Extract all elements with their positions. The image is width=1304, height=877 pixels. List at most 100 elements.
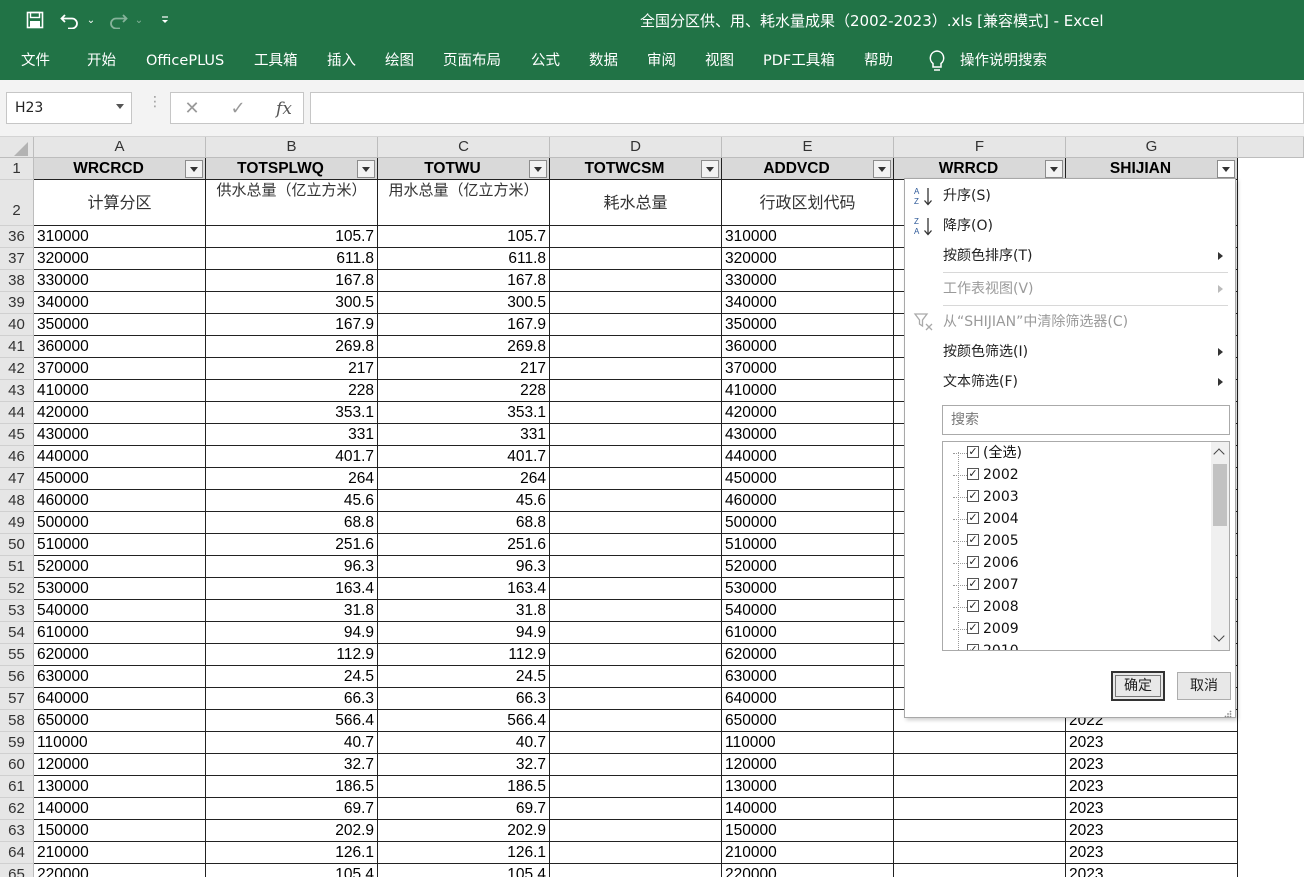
checkbox-checked-icon[interactable]: ✓ — [967, 534, 979, 546]
table-cell[interactable] — [550, 732, 722, 754]
table-cell[interactable]: 2023 — [1066, 754, 1238, 776]
table-cell[interactable]: 217 — [378, 358, 550, 380]
table-cell[interactable]: 105.7 — [378, 226, 550, 248]
name-box[interactable]: H23 — [6, 92, 132, 124]
table-cell[interactable] — [550, 248, 722, 270]
row-header[interactable]: 39 — [0, 292, 34, 314]
table-cell[interactable]: 510000 — [722, 534, 894, 556]
row-header[interactable]: 40 — [0, 314, 34, 336]
row-header[interactable]: 62 — [0, 798, 34, 820]
table-cell[interactable]: 2023 — [1066, 776, 1238, 798]
tell-me-search[interactable]: 操作说明搜索 — [960, 50, 1047, 72]
sort-ascending-item[interactable]: 升序(S) — [943, 184, 991, 208]
filter-dropdown-button[interactable] — [701, 160, 719, 178]
table-cell[interactable]: 331 — [378, 424, 550, 446]
table-cell[interactable]: 611.8 — [206, 248, 378, 270]
table-cell[interactable]: 96.3 — [378, 556, 550, 578]
table-cell[interactable]: 220000 — [722, 864, 894, 877]
description-cell[interactable]: 用水总量（亿立方米） — [378, 180, 550, 226]
table-cell[interactable]: 410000 — [34, 380, 206, 402]
table-cell[interactable]: 370000 — [722, 358, 894, 380]
table-cell[interactable]: 45.6 — [206, 490, 378, 512]
filter-list-scrollbar[interactable] — [1211, 442, 1229, 650]
table-cell[interactable]: 2023 — [1066, 864, 1238, 877]
table-cell[interactable]: 264 — [378, 468, 550, 490]
table-cell[interactable]: 450000 — [34, 468, 206, 490]
table-cell[interactable] — [550, 622, 722, 644]
table-cell[interactable]: 2023 — [1066, 820, 1238, 842]
table-cell[interactable] — [550, 292, 722, 314]
table-cell[interactable]: 401.7 — [378, 446, 550, 468]
table-cell[interactable]: 331 — [206, 424, 378, 446]
table-cell[interactable]: 410000 — [722, 380, 894, 402]
resize-grip-icon[interactable] — [1224, 706, 1232, 718]
table-cell[interactable] — [550, 446, 722, 468]
table-cell[interactable]: 140000 — [722, 798, 894, 820]
filter-value-list[interactable]: ✓ (全选) ✓ 2002 ✓ 2003 ✓ 2004 ✓ 2005 ✓ 2006 ✓ 2007 ✓ 2008… — [942, 441, 1230, 651]
table-cell[interactable]: 186.5 — [206, 776, 378, 798]
table-cell[interactable]: 440000 — [34, 446, 206, 468]
select-all-corner[interactable] — [0, 137, 34, 158]
table-cell[interactable] — [550, 270, 722, 292]
filter-list-item[interactable]: ✓ 2009 — [943, 618, 1209, 640]
table-cell[interactable]: 310000 — [722, 226, 894, 248]
description-cell[interactable]: 供水总量（亿立方米） — [206, 180, 378, 226]
table-cell[interactable]: 110000 — [34, 732, 206, 754]
table-cell[interactable]: 2023 — [1066, 842, 1238, 864]
table-cell[interactable] — [894, 754, 1066, 776]
table-cell[interactable]: 130000 — [34, 776, 206, 798]
table-cell[interactable]: 217 — [206, 358, 378, 380]
table-cell[interactable] — [894, 732, 1066, 754]
table-cell[interactable]: 202.9 — [378, 820, 550, 842]
table-cell[interactable]: 530000 — [722, 578, 894, 600]
table-cell[interactable]: 66.3 — [378, 688, 550, 710]
row-header[interactable]: 50 — [0, 534, 34, 556]
row-header[interactable]: 47 — [0, 468, 34, 490]
table-cell[interactable]: 269.8 — [206, 336, 378, 358]
table-cell[interactable] — [550, 798, 722, 820]
table-cell[interactable]: 620000 — [722, 644, 894, 666]
table-cell[interactable]: 320000 — [34, 248, 206, 270]
header-cell[interactable]: ADDVCD — [722, 158, 894, 180]
table-cell[interactable]: 94.9 — [206, 622, 378, 644]
table-cell[interactable]: 300.5 — [206, 292, 378, 314]
tab-help[interactable]: 帮助 — [864, 50, 893, 72]
table-cell[interactable] — [550, 402, 722, 424]
table-cell[interactable]: 353.1 — [206, 402, 378, 424]
filter-dropdown-button[interactable] — [873, 160, 891, 178]
redo-icon[interactable] — [106, 8, 130, 32]
redo-dropdown-icon[interactable]: ⌄ — [132, 8, 146, 32]
filter-list-item[interactable]: ✓ 2006 — [943, 552, 1209, 574]
row-header[interactable]: 41 — [0, 336, 34, 358]
table-cell[interactable]: 24.5 — [378, 666, 550, 688]
table-cell[interactable]: 31.8 — [378, 600, 550, 622]
table-cell[interactable]: 24.5 — [206, 666, 378, 688]
row-header[interactable]: 53 — [0, 600, 34, 622]
row-header[interactable]: 44 — [0, 402, 34, 424]
table-cell[interactable]: 610000 — [722, 622, 894, 644]
table-cell[interactable]: 420000 — [722, 402, 894, 424]
row-header[interactable]: 54 — [0, 622, 34, 644]
filter-search-input[interactable]: 搜索 — [942, 405, 1230, 435]
table-cell[interactable]: 110000 — [722, 732, 894, 754]
cancel-entry-button[interactable]: ✕ — [177, 97, 207, 121]
filter-list-item[interactable]: ✓ 2010 — [943, 640, 1209, 650]
sort-descending-item[interactable]: 降序(O) — [943, 214, 993, 238]
table-cell[interactable]: 130000 — [722, 776, 894, 798]
table-cell[interactable]: 330000 — [722, 270, 894, 292]
row-header[interactable]: 46 — [0, 446, 34, 468]
table-cell[interactable]: 630000 — [722, 666, 894, 688]
column-header-e[interactable]: E — [722, 137, 894, 158]
filter-dropdown-button[interactable] — [1217, 160, 1235, 178]
checkbox-checked-icon[interactable]: ✓ — [967, 468, 979, 480]
table-cell[interactable]: 126.1 — [378, 842, 550, 864]
table-cell[interactable]: 630000 — [34, 666, 206, 688]
table-cell[interactable] — [550, 380, 722, 402]
row-header[interactable]: 58 — [0, 710, 34, 732]
filter-list-item[interactable]: ✓ (全选) — [943, 442, 1209, 464]
table-cell[interactable]: 228 — [206, 380, 378, 402]
table-cell[interactable]: 620000 — [34, 644, 206, 666]
table-cell[interactable]: 540000 — [722, 600, 894, 622]
filter-list-item[interactable]: ✓ 2003 — [943, 486, 1209, 508]
row-header[interactable]: 59 — [0, 732, 34, 754]
